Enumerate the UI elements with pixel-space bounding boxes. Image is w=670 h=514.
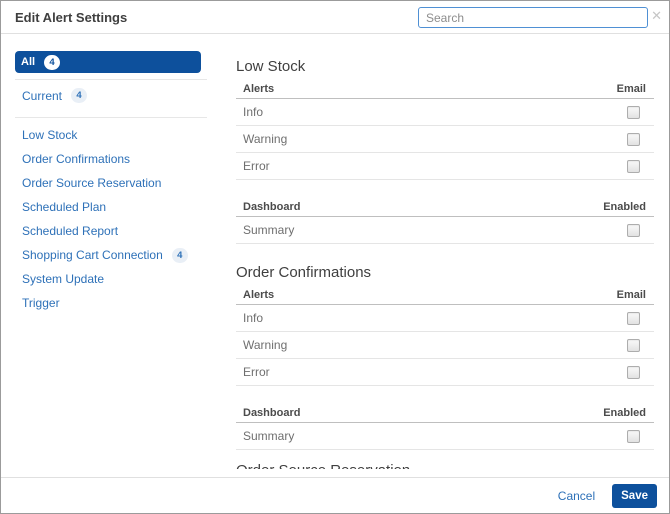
enabled-column-header: Enabled (603, 200, 646, 213)
order-confirmations-info-email-checkbox[interactable] (627, 311, 640, 325)
sidebar-item-label: Scheduled Report (22, 224, 119, 238)
sidebar-item-label: Low Stock (22, 128, 78, 142)
table-header-row: Dashboard Enabled (236, 403, 654, 423)
table-header-row: Alerts Email (236, 285, 654, 305)
sidebar-item-label: Scheduled Plan (22, 200, 107, 214)
table-row: Warning (236, 332, 654, 359)
sidebar-item-all[interactable]: All 4 (15, 51, 201, 73)
table-row: Error (236, 153, 654, 180)
order-confirmations-dashboard-table: Dashboard Enabled Summary (236, 403, 654, 450)
cancel-button[interactable]: Cancel (558, 489, 595, 503)
row-label: Error (243, 365, 270, 379)
sidebar-item-label: Shopping Cart Connection (22, 248, 163, 262)
table-row: Warning (236, 126, 654, 153)
sidebar-item-trigger[interactable]: Trigger (15, 291, 205, 315)
low-stock-info-email-checkbox[interactable] (627, 105, 640, 119)
sidebar-item-label: System Update (22, 272, 105, 286)
enabled-column-header: Enabled (603, 406, 646, 419)
save-button[interactable]: Save (612, 483, 657, 508)
sidebar-divider (15, 117, 207, 118)
order-confirmations-error-email-checkbox[interactable] (627, 365, 640, 379)
section-title-low-stock: Low Stock (236, 58, 306, 75)
category-sidebar: All 4 Current 4 Low Stock Order Confirma… (15, 51, 207, 315)
sidebar-item-scheduled-plan[interactable]: Scheduled Plan (15, 195, 205, 219)
table-header-row: Dashboard Enabled (236, 197, 654, 217)
sidebar-all-count-badge: 4 (44, 54, 61, 70)
order-confirmations-warning-email-checkbox[interactable] (627, 338, 640, 352)
sidebar-item-scheduled-report[interactable]: Scheduled Report (15, 219, 205, 243)
table-row: Summary (236, 423, 654, 450)
search-input[interactable] (418, 7, 648, 28)
sidebar-item-label: Order Source Reservation (22, 176, 162, 190)
row-label: Error (243, 159, 270, 173)
sidebar-item-low-stock[interactable]: Low Stock (15, 123, 205, 147)
sidebar-all-label: All (21, 56, 36, 68)
alerts-column-header: Alerts (243, 288, 275, 301)
edit-alert-settings-dialog: Edit Alert Settings ✕ All 4 Current 4 Lo… (0, 0, 670, 514)
dialog-footer: Cancel Save (1, 477, 669, 513)
sidebar-shopping-cart-count-badge: 4 (171, 247, 188, 263)
dialog-header: Edit Alert Settings ✕ (1, 1, 669, 34)
dashboard-column-header: Dashboard (243, 406, 301, 419)
close-icon[interactable]: ✕ (651, 9, 662, 22)
row-label: Warning (243, 338, 288, 352)
sidebar-item-order-source-reservation[interactable]: Order Source Reservation (15, 171, 205, 195)
sidebar-item-label: Order Confirmations (22, 152, 131, 166)
order-confirmations-summary-enabled-checkbox[interactable] (627, 429, 640, 443)
low-stock-dashboard-table: Dashboard Enabled Summary (236, 197, 654, 244)
sidebar-item-current[interactable]: Current 4 (15, 80, 205, 111)
sidebar-item-label: Trigger (22, 296, 60, 310)
low-stock-summary-enabled-checkbox[interactable] (627, 223, 640, 237)
row-label: Summary (243, 223, 295, 237)
sidebar-item-order-confirmations[interactable]: Order Confirmations (15, 147, 205, 171)
category-list: Low Stock Order Confirmations Order Sour… (15, 123, 205, 315)
table-row: Info (236, 305, 654, 332)
section-title-order-confirmations: Order Confirmations (236, 264, 372, 281)
row-label: Info (243, 105, 264, 119)
alerts-column-header: Alerts (243, 82, 275, 95)
settings-panel: Low Stock Alerts Email Info Warning Erro… (236, 34, 654, 469)
sidebar-current-label: Current (22, 88, 63, 103)
email-column-header: Email (616, 82, 646, 95)
table-row: Summary (236, 217, 654, 244)
dashboard-column-header: Dashboard (243, 200, 301, 213)
row-label: Summary (243, 429, 295, 443)
sidebar-item-system-update[interactable]: System Update (15, 267, 205, 291)
table-row: Info (236, 99, 654, 126)
sidebar-item-shopping-cart-connection[interactable]: Shopping Cart Connection 4 (15, 243, 205, 267)
row-label: Warning (243, 132, 288, 146)
email-column-header: Email (616, 288, 646, 301)
low-stock-error-email-checkbox[interactable] (627, 159, 640, 173)
low-stock-warning-email-checkbox[interactable] (627, 132, 640, 146)
row-label: Info (243, 311, 264, 325)
sidebar-current-count-badge: 4 (71, 88, 88, 103)
low-stock-alerts-table: Alerts Email Info Warning Error (236, 79, 654, 180)
order-confirmations-alerts-table: Alerts Email Info Warning Error (236, 285, 654, 386)
dialog-title: Edit Alert Settings (15, 10, 128, 25)
table-row: Error (236, 359, 654, 386)
section-title-order-source-reservation: Order Source Reservation (236, 462, 654, 469)
table-header-row: Alerts Email (236, 79, 654, 99)
